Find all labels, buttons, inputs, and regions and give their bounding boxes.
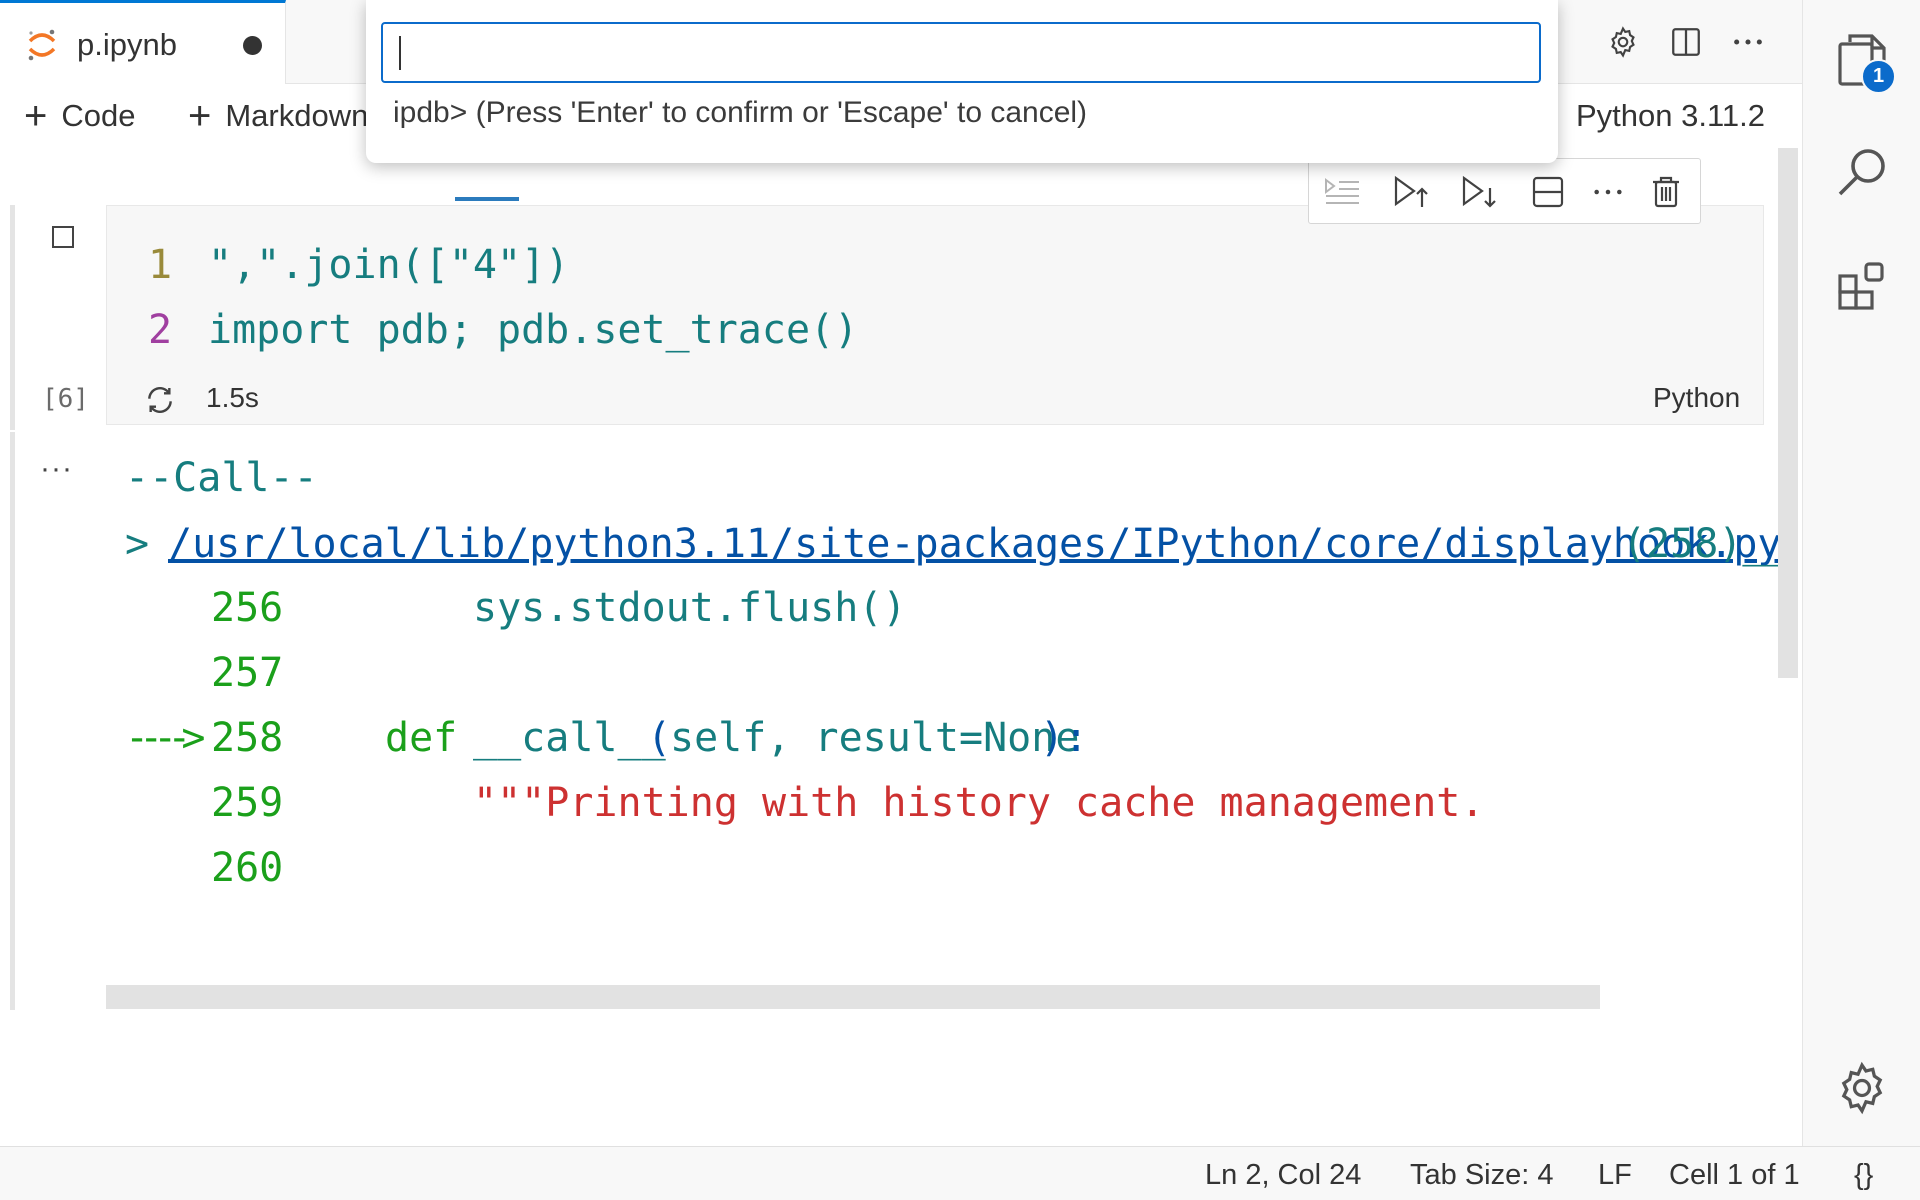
line-number: 2 [148, 307, 173, 353]
unsaved-dot-icon[interactable] [243, 36, 262, 55]
output-horizontal-scrollbar[interactable] [106, 985, 1600, 1009]
add-code-label: Code [61, 98, 136, 133]
jupyter-icon [26, 27, 58, 63]
code-line[interactable]: ",".join(["4"]) [208, 242, 569, 288]
execute-above-icon[interactable] [1321, 171, 1363, 213]
gear-icon[interactable] [1603, 22, 1643, 62]
ipdb-input[interactable] [381, 22, 1541, 83]
output-call: --Call-- [125, 455, 318, 501]
add-markdown-cell-button[interactable]: + Markdown [188, 94, 368, 138]
output-more-icon[interactable]: ··· [40, 452, 73, 486]
output-docstring: """Printing with history cache managemen… [473, 780, 1485, 826]
kernel-picker[interactable]: Python 3.11.2 [1576, 98, 1765, 134]
explorer-badge: 1 [1861, 59, 1896, 94]
output-current-marker: ----> [125, 715, 205, 761]
braces-icon[interactable]: {} [1854, 1159, 1873, 1192]
split-editor-icon[interactable] [1666, 22, 1706, 62]
add-markdown-label: Markdown [225, 98, 369, 133]
split-cell-icon[interactable] [1527, 171, 1569, 213]
cell-indicator[interactable]: Cell 1 of 1 [1669, 1159, 1800, 1192]
activity-bar [1802, 0, 1920, 1146]
more-icon[interactable] [1587, 171, 1629, 213]
more-icon[interactable] [1728, 22, 1768, 62]
code-line[interactable]: import pdb; pdb.set_trace() [208, 307, 858, 353]
output-arrow: > [125, 521, 150, 567]
output-line-number: 260 [211, 845, 284, 891]
cursor-position[interactable]: Ln 2, Col 24 [1205, 1159, 1361, 1192]
tab-size[interactable]: Tab Size: 4 [1410, 1159, 1553, 1192]
execution-time: 1.5s [206, 382, 259, 413]
refresh-icon [144, 384, 176, 416]
run-cell-below-icon[interactable] [1459, 171, 1501, 213]
extensions-icon[interactable] [1830, 254, 1894, 318]
delete-cell-icon[interactable] [1645, 171, 1687, 213]
text-caret [399, 36, 401, 70]
cell-select-checkbox[interactable] [52, 226, 74, 248]
end-of-line[interactable]: LF [1598, 1159, 1632, 1192]
output-code: sys.stdout.flush() [473, 585, 907, 631]
plus-icon: + [188, 94, 212, 138]
search-icon[interactable] [1830, 140, 1894, 204]
quick-input-palette: ipdb> (Press 'Enter' to confirm or 'Esca… [366, 0, 1558, 163]
output-line-number: 259 [211, 780, 284, 826]
output-file-link[interactable]: /usr/local/lib/python3.11/site-packages/… [168, 521, 1782, 567]
run-cells-above-icon[interactable] [1391, 171, 1433, 213]
execution-count: [6] [42, 384, 89, 414]
status-bar: Ln 2, Col 24 Tab Size: 4 LF Cell 1 of 1 … [0, 1146, 1920, 1200]
ipdb-hint: ipdb> (Press 'Enter' to confirm or 'Esca… [393, 96, 1088, 129]
output-keyword: def [385, 715, 458, 761]
output-tail: ): [1040, 715, 1089, 761]
output-params: self, result=None [670, 715, 1080, 761]
cell-drag-indicator [455, 197, 519, 201]
output-line-number: 258 [211, 715, 284, 761]
plus-icon: + [24, 94, 48, 138]
output-function-name: __call__ [473, 715, 666, 761]
editor-area: p.ipynb + Code + Markdown Python 3.11.2 … [0, 0, 1802, 1146]
output-path-suffix: (258)__ [1622, 521, 1791, 567]
output-line-number: 256 [211, 585, 284, 631]
output-focus-bar [10, 432, 15, 1010]
tab-filename: p.ipynb [77, 27, 177, 62]
editor-vertical-scrollbar[interactable] [1778, 148, 1798, 678]
line-number: 1 [148, 242, 173, 288]
cell-focus-bar [10, 205, 15, 430]
output-line-number: 257 [211, 650, 284, 696]
output-paren: ( [647, 715, 672, 761]
gear-icon[interactable] [1830, 1056, 1894, 1120]
add-code-cell-button[interactable]: + Code [24, 94, 135, 138]
tab-p-ipynb[interactable]: p.ipynb [0, 0, 286, 84]
cell-language[interactable]: Python [1653, 382, 1740, 414]
cell-toolbar [1308, 158, 1701, 224]
